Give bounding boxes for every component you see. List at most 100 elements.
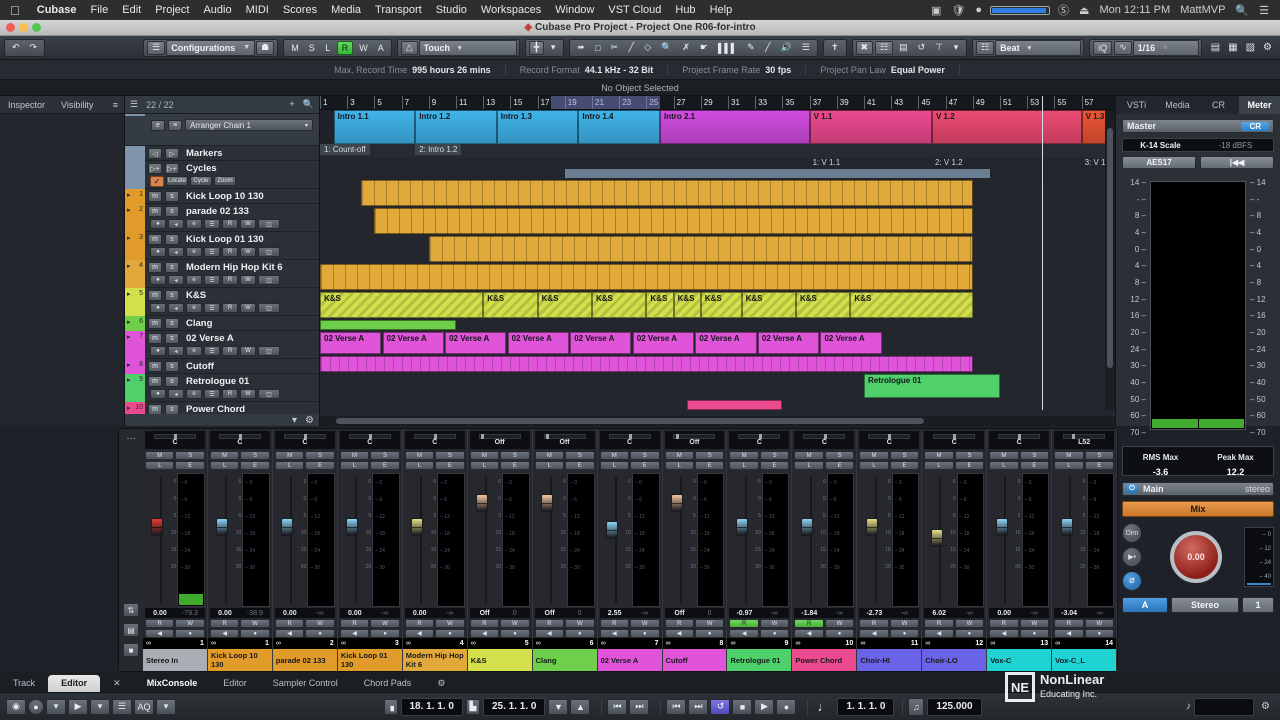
grid-type-select[interactable]: Beat ▾: [995, 40, 1081, 56]
erase-tool[interactable]: ◇: [640, 41, 655, 55]
snap-event-icon[interactable]: ⊤: [931, 41, 947, 55]
arranger-clip[interactable]: Intro 2.1: [660, 110, 810, 144]
channel-monitor-button[interactable]: ◀: [859, 629, 888, 638]
channel-write-button[interactable]: W: [825, 619, 854, 628]
channel-values[interactable]: 0.00-∞: [405, 608, 465, 618]
volume-fader[interactable]: 605101520: [729, 473, 761, 607]
ks-clip[interactable]: K&S: [674, 292, 701, 318]
channel-solo-button[interactable]: S: [760, 451, 789, 460]
automation-icon[interactable]: △: [401, 41, 418, 55]
ks-clip[interactable]: K&S: [483, 292, 537, 318]
pan-control[interactable]: C: [859, 431, 919, 449]
zoom-tool[interactable]: 🔍: [657, 41, 676, 55]
channel-name[interactable]: Kick Loop 10 130: [208, 649, 272, 671]
channel-monitor-button[interactable]: ◀: [924, 629, 953, 638]
play-tool[interactable]: ▌▌▌: [714, 41, 741, 55]
menu-workspaces[interactable]: Workspaces: [474, 4, 548, 16]
fader-section[interactable]: 605101520– 0– 6– 12– 18– 24– 30: [989, 473, 1049, 607]
volume-fader[interactable]: 605101520: [794, 473, 826, 607]
routing-icon[interactable]: ∞: [406, 640, 411, 647]
pan-slider[interactable]: [998, 434, 1040, 439]
menu-file[interactable]: File: [84, 4, 116, 16]
verse-clip[interactable]: 02 Verse A: [508, 332, 569, 354]
parade-lane[interactable]: [320, 208, 1115, 236]
channel-edit-button[interactable]: E: [240, 461, 269, 470]
fader-cap[interactable]: [931, 529, 943, 547]
channel-read-button[interactable]: R: [275, 619, 304, 628]
glue-tool[interactable]: ╱: [624, 41, 638, 55]
channel-monitor-button[interactable]: ◀: [665, 629, 694, 638]
tab-mixconsole[interactable]: MixConsole: [134, 674, 211, 692]
fader-cap[interactable]: [411, 518, 423, 536]
pan-slider[interactable]: [414, 434, 456, 439]
channel-record-button[interactable]: ●: [175, 629, 204, 638]
track-search-icon[interactable]: 🔍: [303, 99, 314, 110]
channel-edit-button[interactable]: E: [760, 461, 789, 470]
channel-name[interactable]: Modern Hip Hop Kit 6: [403, 649, 467, 671]
clang-lane[interactable]: [320, 320, 1115, 332]
verse-clip[interactable]: 02 Verse A: [570, 332, 631, 354]
track-monitor[interactable]: ◂: [168, 303, 184, 313]
volume-fader[interactable]: 605101520: [210, 473, 242, 607]
arrangement-area[interactable]: 1357911131517192123252729313335373941434…: [320, 96, 1115, 426]
channel-write-button[interactable]: W: [370, 619, 399, 628]
menu-scores[interactable]: Scores: [276, 4, 324, 16]
track-row[interactable]: ▸6msClang: [125, 316, 319, 331]
channel-values[interactable]: 0.00-38.9: [210, 608, 270, 618]
pan-slider[interactable]: [219, 434, 261, 439]
playback-dropdown-icon[interactable]: ▾: [90, 699, 110, 715]
pan-slider[interactable]: [738, 434, 780, 439]
screen-record-icon[interactable]: ▣: [926, 4, 946, 17]
marker-lane[interactable]: 1: Count-off2: Intro 1.2: [320, 144, 1115, 158]
track-write-automation[interactable]: W: [240, 247, 256, 257]
fader-section[interactable]: 605101520– 0– 6– 12– 18– 24– 30: [470, 473, 530, 607]
channel-name[interactable]: 02 Verse A: [598, 649, 662, 671]
object-selection-tool[interactable]: ➠: [573, 41, 589, 55]
audio-clip[interactable]: [374, 208, 972, 234]
fader-section[interactable]: 605101520– 0– 6– 12– 18– 24– 30: [275, 473, 335, 607]
channel-write-button[interactable]: W: [890, 619, 919, 628]
volume-fader[interactable]: 605101520: [145, 473, 177, 607]
routing-icon[interactable]: ∞: [795, 640, 800, 647]
power-chord-lane[interactable]: [320, 400, 1115, 412]
routing-icon[interactable]: ∞: [211, 640, 216, 647]
bluetooth-status-icon[interactable]: ●: [970, 4, 987, 16]
track-row[interactable]: ▸2msparade 02 133●◂e☰RW◫: [125, 204, 319, 232]
channel-record-button[interactable]: ●: [435, 629, 464, 638]
pan-control[interactable]: C: [600, 431, 660, 449]
channel-listen-button[interactable]: L: [210, 461, 239, 470]
track-monitor[interactable]: ◂: [168, 219, 184, 229]
channel-solo-button[interactable]: S: [240, 451, 269, 460]
channel-name[interactable]: Cutoff: [663, 649, 727, 671]
track-solo-button[interactable]: s: [165, 262, 179, 273]
channel-mute-button[interactable]: M: [275, 451, 304, 460]
track-freeze[interactable]: ◫: [258, 275, 280, 285]
playback-mode-icon[interactable]: ▶: [68, 699, 88, 715]
cycle-range[interactable]: [551, 96, 660, 109]
channel-name[interactable]: parade 02 133: [273, 649, 337, 671]
channel-name[interactable]: Choir-HI: [857, 649, 921, 671]
home-icon[interactable]: ☗: [256, 41, 274, 55]
channel-monitor-button[interactable]: ◀: [600, 629, 629, 638]
track-mute-button[interactable]: m: [148, 262, 162, 273]
meter-cr-badge[interactable]: CR: [1241, 122, 1269, 131]
line-tool[interactable]: ╱: [761, 41, 775, 55]
channel-solo-button[interactable]: S: [500, 451, 529, 460]
menu-audio[interactable]: Audio: [196, 4, 238, 16]
rewind-icon[interactable]: ⏮: [666, 699, 686, 715]
channel-read-button[interactable]: R: [924, 619, 953, 628]
channel-solo-button[interactable]: S: [630, 451, 659, 460]
fader-section[interactable]: 605101520– 0– 6– 12– 18– 24– 30: [729, 473, 789, 607]
channel-record-button[interactable]: ●: [630, 629, 659, 638]
track-edit-channel[interactable]: e: [186, 389, 202, 399]
align-icon[interactable]: ╋: [529, 41, 544, 55]
channel-name[interactable]: Power Chord: [792, 649, 856, 671]
eject-icon[interactable]: ⏏: [1074, 4, 1094, 17]
channel-edit-button[interactable]: E: [175, 461, 204, 470]
channel-edit-button[interactable]: E: [500, 461, 529, 470]
aes17-button[interactable]: AES17: [1122, 156, 1196, 169]
track-record-enable[interactable]: ●: [150, 275, 166, 285]
align-dropdown-icon[interactable]: ▾: [546, 41, 560, 55]
channel-values[interactable]: 2.55-∞: [600, 608, 660, 618]
channel-name[interactable]: Kick Loop 01 130: [338, 649, 402, 671]
